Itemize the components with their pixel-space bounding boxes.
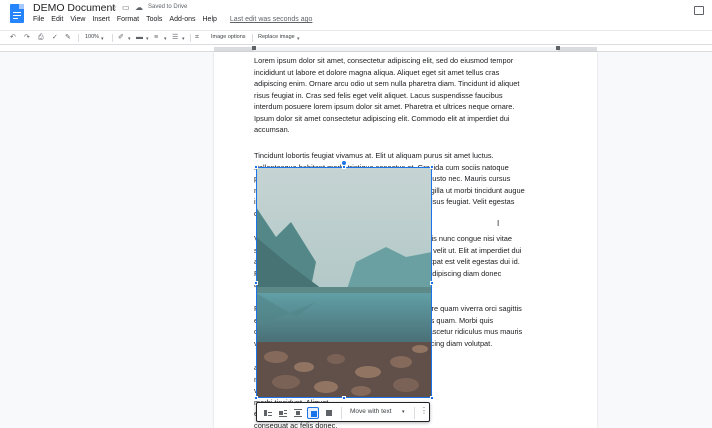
wrap-inline-icon: [264, 409, 272, 417]
toolbar: ↶ ↷ ⎙ ✓ ✎ 100% ▾ ✐ ▾ ▬ ▾ ≡ ▾ ☰ ▾ ⌗ Image…: [0, 30, 712, 45]
replace-image-button[interactable]: Replace image: [258, 34, 295, 40]
wrap-text-icon: [279, 409, 287, 417]
behind-text-button[interactable]: [307, 407, 319, 419]
border-weight-icon[interactable]: ≡: [154, 33, 158, 43]
toolbar-divider: [78, 34, 79, 42]
border-color-icon[interactable]: ▬: [136, 33, 143, 43]
break-text-icon: [294, 409, 302, 417]
menu-view[interactable]: View: [70, 16, 85, 23]
paint-format-icon[interactable]: ✎: [65, 33, 71, 43]
ruler-track: [214, 47, 597, 51]
chevron-down-icon: ▾: [146, 36, 149, 42]
wrap-text-button[interactable]: [277, 407, 289, 419]
text-line: risus feugiat in. Cras sed felis eget ve…: [254, 90, 503, 100]
menu-insert[interactable]: Insert: [92, 16, 110, 23]
wrap-inline-button[interactable]: [262, 407, 274, 419]
saved-status: Saved to Drive: [148, 4, 188, 10]
last-edit-link[interactable]: Last edit was seconds ago: [230, 16, 313, 23]
resize-handle-right[interactable]: [430, 281, 434, 285]
ruler-right-margin: [558, 47, 597, 51]
comment-history-icon[interactable]: [694, 6, 704, 15]
zoom-chevron-icon: ▾: [101, 36, 104, 42]
image-options-button[interactable]: Image options: [211, 34, 246, 40]
image-options-bar: Move with text ▾ ⋮: [256, 402, 430, 422]
undo-icon[interactable]: ↶: [10, 33, 16, 43]
chevron-down-icon: ▾: [182, 36, 185, 42]
text-line: interdum posuere lorem ipsum dolor sit a…: [254, 102, 515, 111]
chevron-down-icon: ▾: [164, 36, 167, 42]
cloud-saved-icon: ☁: [135, 3, 143, 12]
document-title[interactable]: DEMO Document: [33, 2, 115, 14]
menu-help[interactable]: Help: [203, 16, 217, 23]
text-line: Ipsum dolor sit amet consectetur adipisc…: [254, 113, 510, 123]
toolbar-divider: [252, 34, 253, 42]
menu-file[interactable]: File: [33, 16, 44, 23]
image-edit-icon[interactable]: ✐: [118, 33, 124, 43]
print-icon[interactable]: ⎙: [38, 33, 44, 43]
zoom-select[interactable]: 100%: [85, 34, 99, 40]
redo-icon[interactable]: ↷: [24, 33, 30, 43]
star-icon[interactable]: ☆: [110, 3, 117, 12]
options-divider: [414, 407, 415, 419]
toolbar-divider: [190, 34, 191, 42]
text-cursor-icon: I: [497, 219, 500, 228]
chevron-down-icon: ▾: [297, 36, 300, 42]
paragraph-1[interactable]: Lorem ipsum dolor sit amet, consectetur …: [254, 55, 550, 136]
in-front-of-text-icon: [325, 409, 333, 417]
menu-format[interactable]: Format: [117, 16, 139, 23]
resize-handle-top[interactable]: [342, 165, 346, 169]
menu-tools[interactable]: Tools: [146, 16, 162, 23]
ruler-left-margin: [214, 47, 254, 51]
resize-handle-top-left[interactable]: [254, 165, 258, 169]
border-dash-icon[interactable]: ☰: [172, 33, 178, 43]
options-divider: [341, 407, 342, 419]
resize-handle-bottom-left[interactable]: [254, 396, 258, 400]
more-options-icon[interactable]: ⋮: [420, 406, 428, 415]
menu-addons[interactable]: Add-ons: [169, 16, 195, 23]
text-line: Lorem ipsum dolor sit amet, consectetur …: [254, 56, 514, 65]
break-text-button[interactable]: [292, 407, 304, 419]
crop-icon[interactable]: ⌗: [195, 33, 199, 43]
text-line: accumsan.: [254, 125, 290, 134]
resize-handle-bottom[interactable]: [342, 396, 346, 400]
position-select[interactable]: Move with text: [350, 408, 392, 415]
chevron-down-icon: ▾: [128, 36, 131, 42]
title-bar: DEMO Document ☆ ▭ ☁ Saved to Drive File …: [0, 0, 712, 30]
spellcheck-icon[interactable]: ✓: [52, 33, 58, 43]
resize-handle-top-right[interactable]: [430, 165, 434, 169]
menu-bar: File Edit View Insert Format Tools Add-o…: [33, 16, 312, 23]
chevron-down-icon: ▾: [402, 409, 405, 415]
text-line: incididunt ut labore et dolore magna ali…: [254, 67, 500, 77]
docs-logo-icon[interactable]: [10, 4, 24, 23]
image-selection-border: [256, 167, 432, 398]
text-line: Tincidunt lobortis feugiat vivamus at. E…: [254, 151, 494, 160]
menu-edit[interactable]: Edit: [51, 16, 63, 23]
indent-marker[interactable]: [252, 46, 256, 50]
resize-handle-bottom-right[interactable]: [430, 396, 434, 400]
text-line: adipiscing enim. Ornare arcu odio ut sem…: [254, 79, 520, 88]
behind-text-icon: [310, 410, 318, 418]
in-front-of-text-button[interactable]: [323, 407, 335, 419]
resize-handle-left[interactable]: [254, 281, 258, 285]
toolbar-divider: [112, 34, 113, 42]
right-indent-marker[interactable]: [556, 46, 560, 50]
move-folder-icon[interactable]: ▭: [122, 3, 130, 12]
